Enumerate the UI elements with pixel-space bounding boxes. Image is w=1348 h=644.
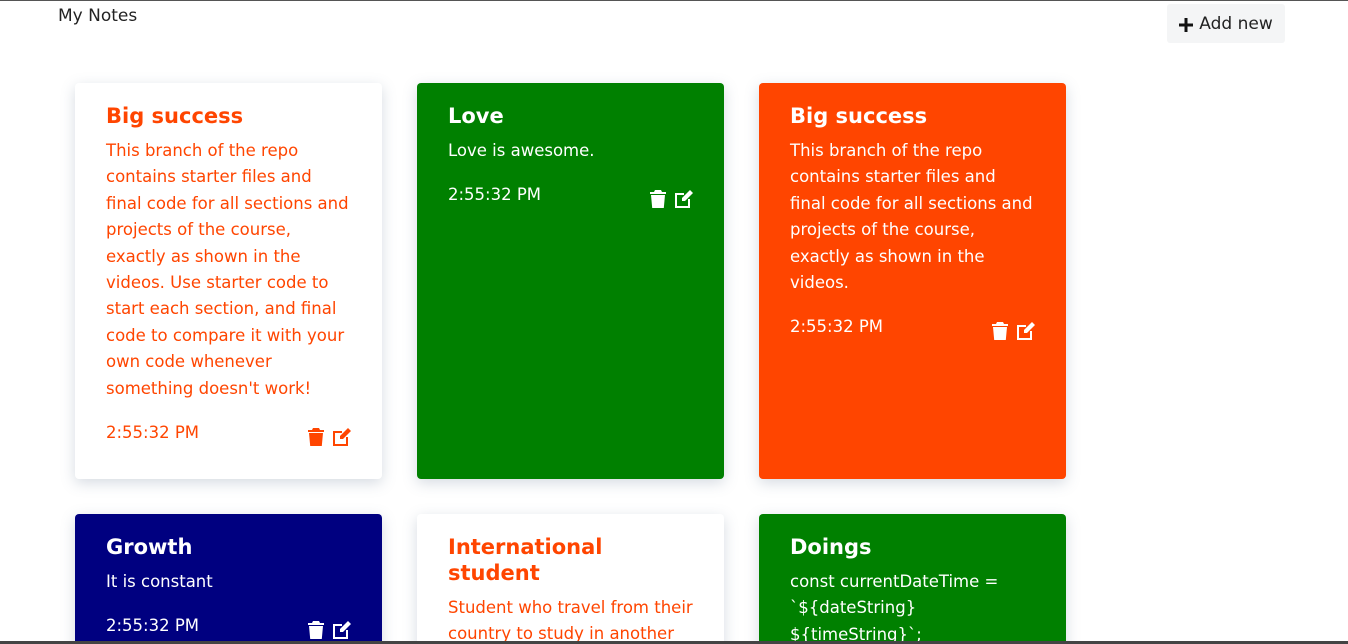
note-title: International student: [448, 535, 603, 585]
note-title: Big success: [106, 104, 244, 128]
note-title: Love: [448, 104, 504, 128]
note-body: const currentDateTime = `${dateString} $…: [790, 572, 999, 644]
note-card: Doings const currentDateTime = `${dateSt…: [759, 514, 1066, 644]
note-time: 2:55:32 PM: [106, 616, 200, 636]
edit-icon[interactable]: [333, 621, 351, 640]
trash-icon[interactable]: [649, 190, 667, 209]
note-card: Big success This branch of the repo cont…: [759, 83, 1066, 479]
add-new-label: Add new: [1199, 13, 1273, 34]
note-body: Love is awesome.: [448, 141, 595, 160]
note-title: Doings: [790, 535, 872, 559]
note-body: Student who travel from their country to…: [448, 598, 693, 644]
note-time: 2:55:32 PM: [790, 317, 884, 337]
trash-icon[interactable]: [991, 322, 1009, 341]
trash-icon[interactable]: [307, 621, 325, 640]
note-card: Love Love is awesome. 2:55:32 PM: [417, 83, 724, 479]
note-time: 2:55:32 PM: [448, 185, 542, 205]
plus-icon: [1179, 17, 1194, 32]
note-time: 2:55:32 PM: [106, 423, 200, 443]
edit-icon[interactable]: [1017, 322, 1035, 341]
note-card: Big success This branch of the repo cont…: [75, 83, 382, 479]
note-card: International student Student who travel…: [417, 514, 724, 644]
page-title: My Notes: [58, 6, 138, 26]
note-body: This branch of the repo contains starter…: [106, 141, 349, 398]
add-new-button[interactable]: Add new: [1167, 4, 1285, 43]
note-body: This branch of the repo contains starter…: [790, 141, 1033, 293]
note-title: Growth: [106, 535, 193, 559]
edit-icon[interactable]: [675, 190, 693, 209]
note-card: Growth It is constant 2:55:32 PM: [75, 514, 382, 644]
note-body: It is constant: [106, 572, 213, 591]
trash-icon[interactable]: [307, 428, 325, 447]
note-title: Big success: [790, 104, 928, 128]
edit-icon[interactable]: [333, 428, 351, 447]
